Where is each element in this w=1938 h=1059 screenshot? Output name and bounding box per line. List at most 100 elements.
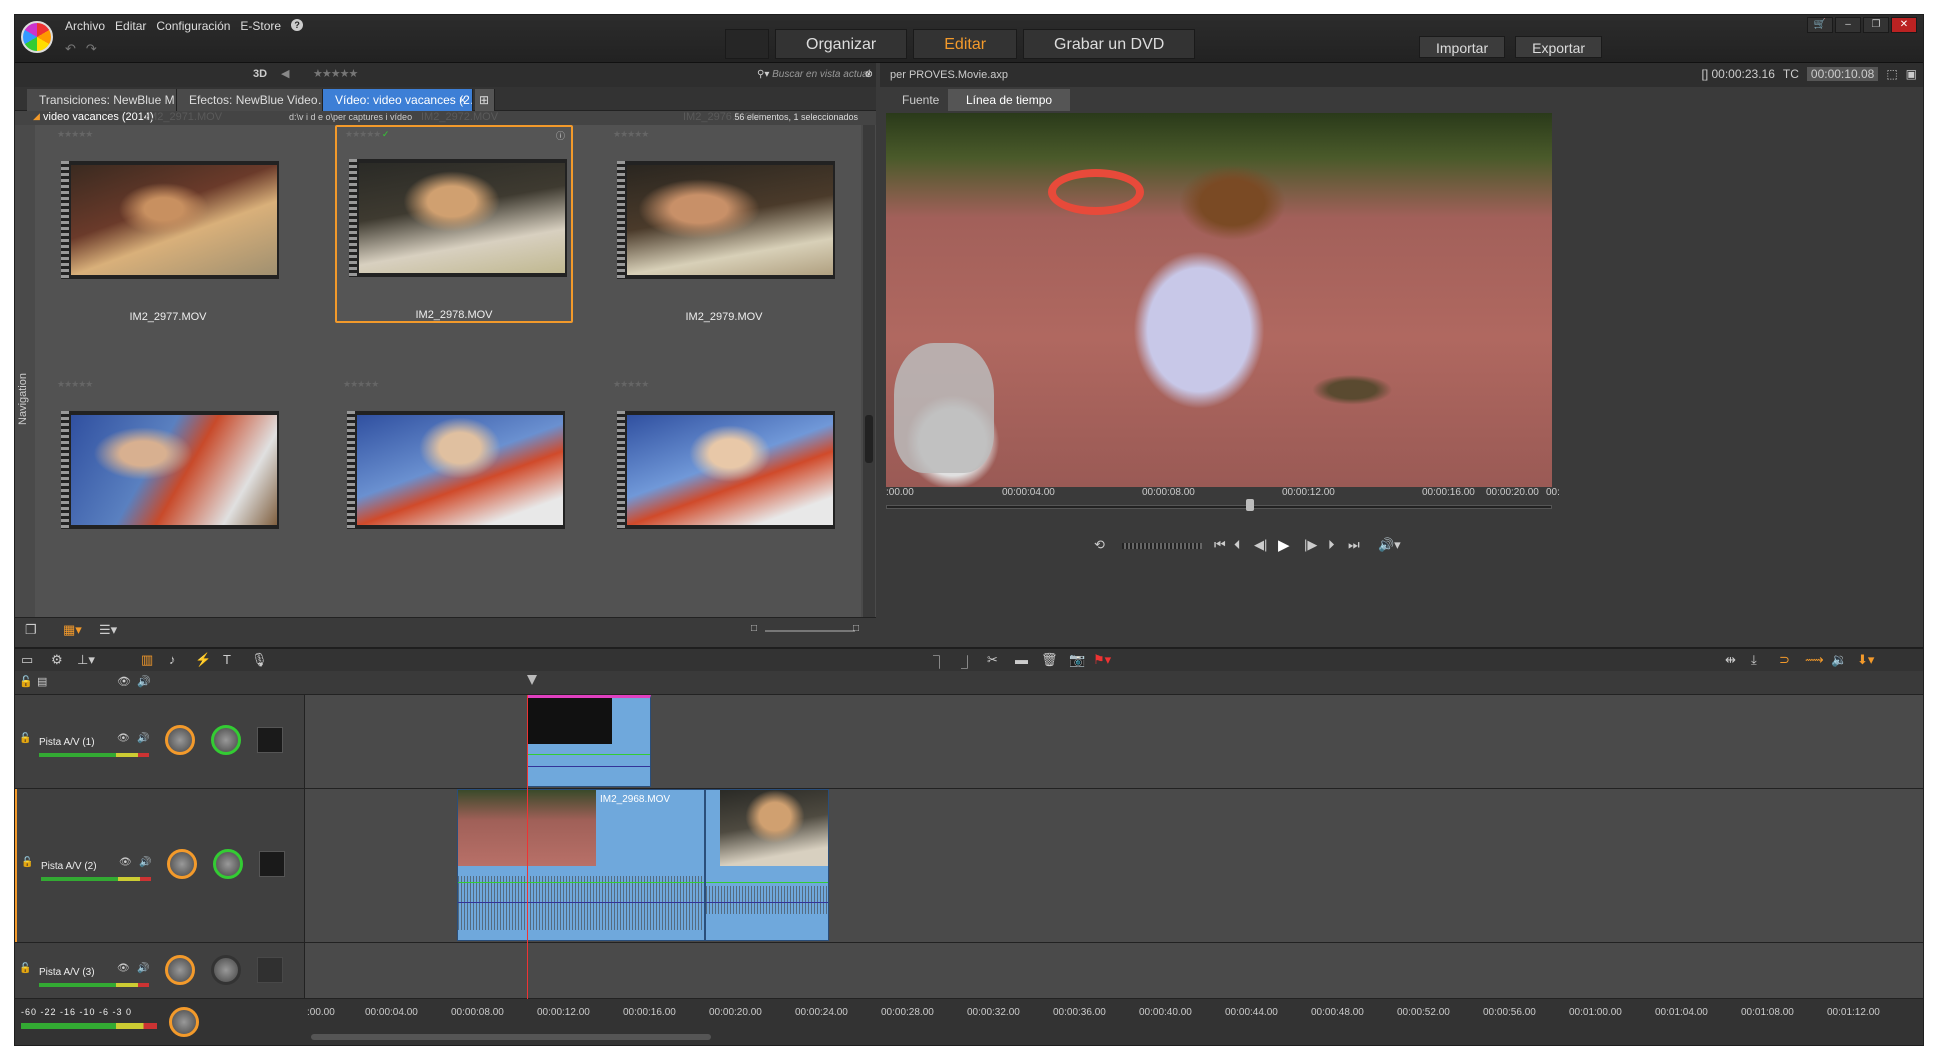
- track-area[interactable]: [305, 943, 1923, 998]
- lock-all-icon[interactable]: 🔓: [19, 675, 33, 688]
- clear-search-icon[interactable]: ⊗: [865, 66, 873, 84]
- eye-icon[interactable]: 👁: [119, 857, 132, 868]
- ripple-icon[interactable]: ⟿: [1805, 652, 1824, 668]
- track-area[interactable]: IM2_2968.MOV: [305, 789, 1923, 942]
- library-scrollbar[interactable]: [863, 125, 875, 617]
- list-view-icon[interactable]: ☰▾: [99, 622, 117, 638]
- dynamic-length-icon[interactable]: ⬇▾: [1857, 652, 1874, 668]
- go-end-icon[interactable]: ⏭: [1348, 537, 1360, 553]
- voiceover-icon[interactable]: 🎙: [251, 652, 268, 668]
- thumb-item-selected[interactable]: ★★★★★ ✓ ⓘ IM2_2978.MOV: [335, 125, 573, 323]
- lock-icon[interactable]: 🔓: [21, 857, 33, 868]
- menu-estore[interactable]: E-Store: [240, 19, 281, 33]
- audio-mixer-icon[interactable]: ▥: [141, 652, 153, 668]
- mute-all-icon[interactable]: 🔊: [137, 675, 151, 688]
- help-icon[interactable]: ?: [291, 19, 304, 31]
- volume-knob[interactable]: [167, 849, 197, 879]
- pan-knob[interactable]: [211, 725, 241, 755]
- speaker-icon[interactable]: 🔊: [137, 963, 149, 974]
- pages-icon[interactable]: ❐: [25, 622, 37, 638]
- mark-in-icon[interactable]: ⏋: [933, 652, 946, 671]
- rating-stars[interactable]: ★★★★★: [57, 129, 93, 140]
- tab-source[interactable]: Fuente: [884, 89, 958, 111]
- track-name[interactable]: Pista A/V (2): [41, 861, 97, 872]
- eye-all-icon[interactable]: 👁: [117, 675, 131, 688]
- collapse-icon[interactable]: ◢: [33, 111, 40, 122]
- tab-timeline[interactable]: Línea de tiempo: [948, 89, 1071, 111]
- speaker-icon[interactable]: 🔊: [137, 733, 149, 744]
- gear-icon[interactable]: ⚙: [51, 652, 63, 668]
- surround-panner-button[interactable]: [257, 727, 283, 753]
- rating-stars[interactable]: ★★★★★: [343, 379, 379, 390]
- thumb-item[interactable]: ★★★★★ IM2_2977.MOV: [49, 127, 287, 325]
- next-frame-icon[interactable]: ⏵: [1328, 537, 1335, 553]
- lock-icon[interactable]: 🔓: [19, 963, 31, 974]
- grid-view-icon[interactable]: ▦▾: [63, 622, 82, 638]
- edit-button[interactable]: Editar: [913, 29, 1018, 59]
- tab-video[interactable]: Vídeo: video vacances (2… ×: [323, 89, 473, 111]
- mark-out-icon[interactable]: ⏌: [961, 652, 974, 671]
- trash-icon[interactable]: 🗑: [1041, 652, 1058, 668]
- marker-icon[interactable]: ▬: [1015, 652, 1028, 667]
- back-icon[interactable]: ◀: [281, 67, 289, 80]
- export-button[interactable]: Exportar: [1515, 36, 1603, 58]
- undo-icon[interactable]: ↶: [65, 41, 76, 57]
- pan-knob[interactable]: [211, 955, 241, 985]
- go-start-icon[interactable]: ⏮: [1214, 537, 1226, 553]
- organize-button[interactable]: Organizar: [775, 29, 908, 59]
- search-input[interactable]: ⚲▾ Buscar en vista actual ⊗: [757, 66, 873, 84]
- redo-icon[interactable]: ↷: [86, 41, 97, 57]
- tab-transitions[interactable]: Transiciones: NewBlue M…: [27, 89, 177, 111]
- volume-knob[interactable]: [165, 725, 195, 755]
- menu-archivo[interactable]: Archivo: [65, 19, 105, 33]
- layout-icon[interactable]: ▣: [1906, 67, 1917, 81]
- loop-icon[interactable]: ⟲: [1094, 537, 1105, 553]
- minimize-icon[interactable]: –: [1835, 17, 1861, 33]
- playhead-line[interactable]: [527, 695, 528, 1045]
- magnet-icon[interactable]: ⊃: [1779, 652, 1790, 668]
- menu-editar[interactable]: Editar: [115, 19, 146, 33]
- import-button[interactable]: Importar: [1419, 36, 1506, 58]
- track-layout-icon[interactable]: ▤: [37, 675, 47, 688]
- thumb-item[interactable]: ★★★★★ IM2_2979.MOV: [605, 127, 843, 325]
- title-icon[interactable]: T: [223, 652, 231, 667]
- scoremaker-icon[interactable]: ♪: [169, 652, 176, 667]
- thumb-item[interactable]: ★★★★★: [335, 377, 573, 575]
- snapshot-icon[interactable]: 📷: [1069, 652, 1085, 668]
- surround-panner-button[interactable]: [257, 957, 283, 983]
- timecode-value[interactable]: 00:00:10.08: [1806, 67, 1879, 81]
- snap-icon[interactable]: ⊥▾: [77, 652, 95, 668]
- menu-configuracion[interactable]: Configuración: [156, 19, 230, 33]
- master-volume-knob[interactable]: [169, 1007, 199, 1037]
- timeline-clip-title[interactable]: [527, 695, 651, 787]
- timeline-settings-icon[interactable]: ▭: [21, 652, 33, 668]
- rating-filter-stars[interactable]: ★★★★★: [313, 67, 358, 80]
- trim-icon[interactable]: ⇹: [1725, 652, 1736, 668]
- prev-frame-icon[interactable]: ⏴: [1234, 537, 1241, 553]
- pan-knob[interactable]: [213, 849, 243, 879]
- rating-stars[interactable]: ★★★★★ ✓: [345, 129, 389, 140]
- tab-effects[interactable]: Efectos: NewBlue Video…: [177, 89, 323, 111]
- mode-blank-button[interactable]: [725, 29, 769, 59]
- play-icon[interactable]: ▶: [1278, 536, 1290, 554]
- volume-knob[interactable]: [165, 955, 195, 985]
- track-name[interactable]: Pista A/V (3): [39, 967, 95, 978]
- navigation-label[interactable]: Navigation: [17, 373, 29, 425]
- close-tab-icon[interactable]: ×: [459, 89, 466, 111]
- thumb-item[interactable]: ★★★★★: [49, 377, 287, 575]
- rating-stars[interactable]: ★★★★★: [57, 379, 93, 390]
- lock-icon[interactable]: 🔓: [19, 733, 31, 744]
- player-ruler[interactable]: :00.00 00:00:04.00 00:00:08.00 00:00:12.…: [886, 487, 1560, 513]
- thumb-item[interactable]: ★★★★★: [605, 377, 843, 575]
- scrub-track[interactable]: [886, 505, 1552, 509]
- step-forward-icon[interactable]: |▶: [1304, 537, 1317, 553]
- volume-icon[interactable]: 🔊▾: [1378, 537, 1401, 553]
- audio-scrub-icon[interactable]: 🔉: [1831, 652, 1847, 668]
- 3d-toggle[interactable]: 3D: [253, 68, 267, 80]
- surround-panner-button[interactable]: [259, 851, 285, 877]
- new-tab-icon[interactable]: ⊞: [475, 89, 495, 111]
- effects-icon[interactable]: ⚡: [195, 652, 211, 668]
- playhead-marker[interactable]: [527, 675, 537, 685]
- timeline-scrollbar[interactable]: [311, 1034, 711, 1040]
- dvd-button[interactable]: Grabar un DVD: [1023, 29, 1196, 59]
